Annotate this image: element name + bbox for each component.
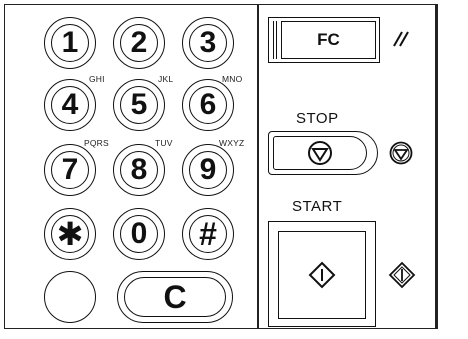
- start-indicator-icon: [388, 261, 416, 289]
- key-star-label: ✱: [51, 215, 89, 253]
- key-8[interactable]: 8: [113, 144, 165, 196]
- function-clear-button[interactable]: FC: [268, 17, 380, 63]
- key-6-label: 6: [189, 86, 227, 124]
- key-2[interactable]: 2: [113, 17, 165, 69]
- key-4-label: 4: [51, 86, 89, 124]
- key-4-letters: GHI: [89, 74, 105, 84]
- key-6[interactable]: 6: [182, 79, 234, 131]
- fc-button-label: FC: [281, 21, 376, 59]
- key-5[interactable]: 5: [113, 79, 165, 131]
- stop-button-face: [273, 136, 367, 170]
- key-5-label: 5: [120, 86, 158, 124]
- key-0[interactable]: 0: [113, 208, 165, 260]
- key-hash-label: #: [189, 215, 227, 253]
- stop-label: STOP: [296, 110, 339, 127]
- key-1[interactable]: 1: [44, 17, 96, 69]
- key-5-letters: JKL: [158, 74, 174, 84]
- start-icon: [308, 261, 336, 289]
- reset-icon: [393, 31, 409, 47]
- start-button[interactable]: [268, 221, 376, 327]
- key-7-letters: PQRS: [84, 138, 109, 148]
- key-0-label: 0: [120, 215, 158, 253]
- start-button-face: [278, 231, 366, 319]
- stop-button[interactable]: [268, 131, 378, 175]
- key-8-letters: TUV: [155, 138, 173, 148]
- panel-edge: [436, 4, 438, 329]
- key-1-label: 1: [51, 24, 89, 62]
- key-3-label: 3: [189, 24, 227, 62]
- key-6-letters: MNO: [222, 74, 243, 84]
- stop-indicator-icon: [389, 141, 413, 165]
- key-8-label: 8: [120, 151, 158, 189]
- key-star[interactable]: ✱: [44, 208, 96, 260]
- clear-button[interactable]: C: [117, 271, 233, 323]
- key-9[interactable]: 9: [182, 144, 234, 196]
- key-7[interactable]: 7: [44, 144, 96, 196]
- start-label: START: [292, 198, 343, 215]
- key-2-label: 2: [120, 24, 158, 62]
- key-9-label: 9: [189, 151, 227, 189]
- key-4[interactable]: 4: [44, 79, 96, 131]
- key-3[interactable]: 3: [182, 17, 234, 69]
- key-7-label: 7: [51, 151, 89, 189]
- stop-icon: [308, 141, 332, 165]
- blank-key[interactable]: [44, 271, 96, 323]
- key-9-letters: WXYZ: [219, 138, 245, 148]
- clear-button-label: C: [124, 277, 226, 317]
- fc-button-bar: [273, 21, 277, 59]
- panel-divider: [257, 4, 259, 329]
- key-hash[interactable]: #: [182, 208, 234, 260]
